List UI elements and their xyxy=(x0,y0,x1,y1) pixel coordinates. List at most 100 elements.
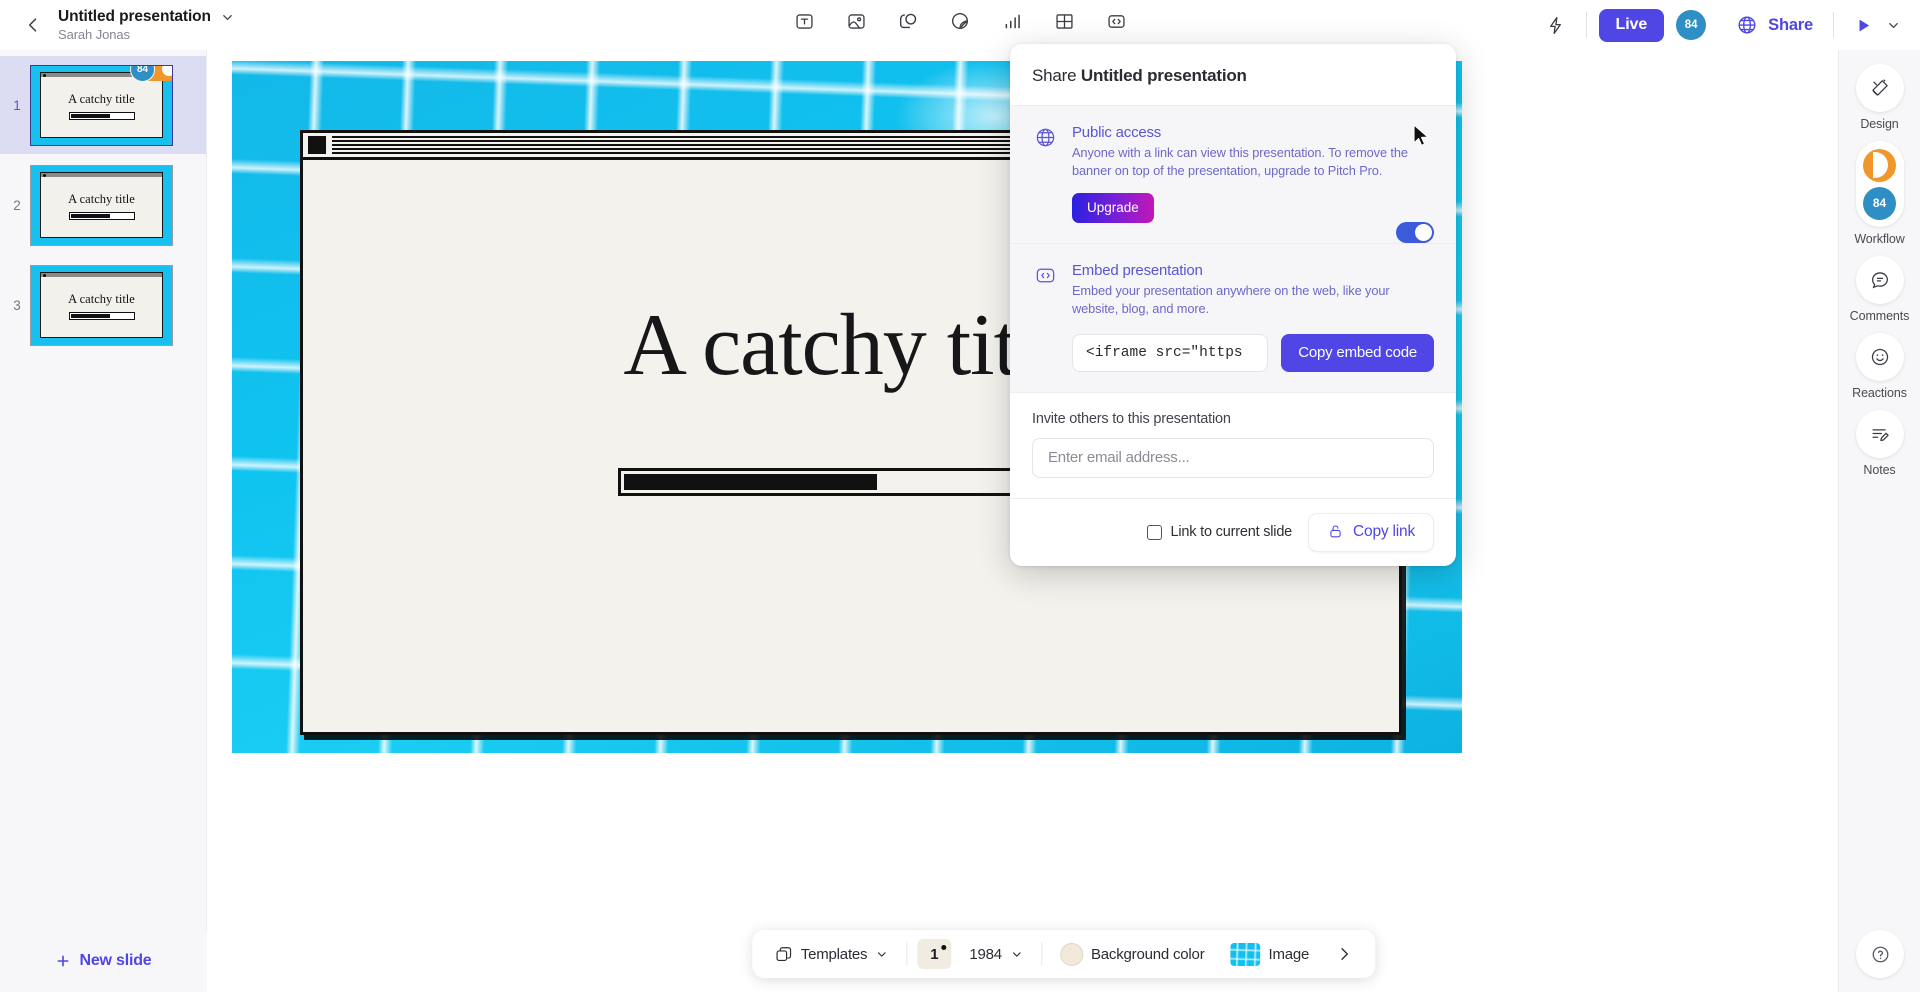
share-button[interactable]: Share xyxy=(1728,9,1821,41)
slide-list[interactable]: 1 A catchy title 84 2 A catchy title 3 A… xyxy=(0,50,206,930)
new-slide-button[interactable]: New slide xyxy=(0,930,207,992)
background-image-button[interactable]: Image xyxy=(1223,937,1318,972)
chevron-down-icon xyxy=(1888,22,1898,28)
background-image-label: Image xyxy=(1268,945,1310,963)
sticker-tool-button[interactable] xyxy=(942,3,978,39)
public-access-section: Public access Anyone with a link can vie… xyxy=(1010,105,1456,244)
divider xyxy=(1585,12,1587,38)
share-dialog-title-prefix: Share xyxy=(1032,66,1077,85)
sticker-icon xyxy=(952,12,969,29)
slide-thumbnail-item-2[interactable]: 2 A catchy title xyxy=(0,156,206,254)
link-to-current-slide-label: Link to current slide xyxy=(1170,524,1293,541)
slide-navigator-panel: 1 A catchy title 84 2 A catchy title 3 A… xyxy=(0,50,207,992)
title-dropdown-button[interactable] xyxy=(220,10,235,25)
slide-number: 3 xyxy=(13,297,21,313)
document-title-block: Untitled presentation Sarah Jonas xyxy=(58,8,235,42)
workflow-status-badge[interactable]: 84 xyxy=(130,65,172,82)
top-bar: Untitled presentation Sarah Jonas Live 8… xyxy=(0,0,1920,50)
background-color-button[interactable]: Background color xyxy=(1052,937,1213,972)
sidebar-item-comments[interactable]: Comments xyxy=(1843,256,1917,323)
workflow-moon-icon xyxy=(1863,148,1896,182)
chevron-down-icon xyxy=(1012,951,1021,957)
thumbnail-content: A catchy title xyxy=(40,171,163,238)
public-access-toggle[interactable] xyxy=(1396,222,1434,243)
embed-code-row: <iframe src="https Copy embed code xyxy=(1072,333,1434,372)
layers-icon xyxy=(775,946,791,961)
copy-link-label: Copy link xyxy=(1353,522,1415,540)
thumbnail-progress-bar xyxy=(68,311,135,320)
invite-label: Invite others to this presentation xyxy=(1032,410,1231,427)
plus-icon xyxy=(58,955,69,967)
smiley-icon xyxy=(1855,333,1904,381)
code-embed-icon xyxy=(1107,14,1125,28)
thumbnail-header-dot xyxy=(43,273,46,277)
bar-chart-icon xyxy=(1005,14,1020,28)
copy-embed-code-button[interactable]: Copy embed code xyxy=(1281,333,1434,372)
chevron-right-icon xyxy=(1341,948,1348,960)
upgrade-button[interactable]: Upgrade xyxy=(1072,193,1154,224)
shape-tool-button[interactable] xyxy=(890,3,926,39)
theme-selector[interactable]: 1984 xyxy=(961,940,1031,969)
copy-link-button[interactable]: Copy link xyxy=(1308,512,1434,552)
link-to-current-slide-checkbox[interactable]: Link to current slide xyxy=(1146,524,1293,541)
templates-button[interactable]: Templates xyxy=(766,939,897,970)
quick-actions-button[interactable] xyxy=(1538,7,1574,43)
document-author: Sarah Jonas xyxy=(58,27,130,42)
more-options-button[interactable] xyxy=(1327,939,1361,969)
sidebar-item-design[interactable]: Design xyxy=(1843,64,1917,131)
chevron-left-icon xyxy=(28,18,37,32)
slide-number-chip[interactable]: 1 xyxy=(917,939,952,969)
present-button[interactable] xyxy=(1846,8,1880,42)
slide-status-dot xyxy=(941,945,947,950)
slide-thumbnail-item-3[interactable]: 3 A catchy title xyxy=(0,256,206,354)
table-tool-button[interactable] xyxy=(1046,3,1082,39)
public-access-title: Public access xyxy=(1072,124,1162,141)
play-icon xyxy=(1859,19,1869,31)
sidebar-item-reactions[interactable]: Reactions xyxy=(1843,333,1917,400)
insert-toolbar xyxy=(786,3,1134,39)
new-slide-label: New slide xyxy=(79,952,152,969)
divider xyxy=(1040,942,1042,966)
sidebar-item-workflow[interactable]: 84 Workflow xyxy=(1843,141,1917,246)
live-viewer-count-badge[interactable]: 84 xyxy=(1676,10,1707,40)
chart-tool-button[interactable] xyxy=(994,3,1030,39)
embed-code-input[interactable]: <iframe src="https xyxy=(1072,333,1269,372)
checkbox-box xyxy=(1146,524,1162,540)
page-title: Untitled presentation xyxy=(58,8,211,25)
question-mark-icon xyxy=(1872,946,1888,962)
workflow-count-badge: 84 xyxy=(1863,186,1896,220)
help-button[interactable] xyxy=(1856,930,1904,978)
slide-thumbnail-preview[interactable]: A catchy title 84 xyxy=(30,64,173,146)
notes-edit-icon xyxy=(1855,410,1904,458)
thumbnail-progress-bar xyxy=(68,111,135,120)
sidebar-label-comments: Comments xyxy=(1849,309,1910,323)
thumbnail-header-bar xyxy=(41,272,162,277)
thumbnail-title: A catchy title xyxy=(68,291,135,306)
image-icon xyxy=(847,13,865,29)
sidebar-item-notes[interactable]: Notes xyxy=(1843,410,1917,477)
invite-email-input[interactable]: Enter email address... xyxy=(1032,437,1434,478)
live-button[interactable]: Live xyxy=(1598,8,1665,42)
comment-icon xyxy=(1855,256,1904,304)
thumbnail-content: A catchy title xyxy=(40,271,163,338)
thumbnail-title: A catchy title xyxy=(68,91,135,106)
slide-number: 2 xyxy=(13,197,21,213)
invite-section: Invite others to this presentation Enter… xyxy=(1010,391,1456,498)
back-button[interactable] xyxy=(16,8,50,42)
present-options-button[interactable] xyxy=(1880,8,1906,42)
slide-thumbnail-preview[interactable]: A catchy title xyxy=(30,164,173,246)
background-color-label: Background color xyxy=(1090,945,1205,963)
workflow-status-icon: 84 xyxy=(1855,141,1904,227)
image-tool-button[interactable] xyxy=(838,3,874,39)
lightning-bolt-icon xyxy=(1550,16,1561,34)
share-dialog-title: Share Untitled presentation xyxy=(1010,44,1456,105)
thumbnail-header-dot xyxy=(43,173,46,177)
text-tool-button[interactable] xyxy=(786,3,822,39)
slide-thumbnail-item-1[interactable]: 1 A catchy title 84 xyxy=(0,56,206,154)
slide-properties-toolbar: Templates 1 1984 Background color Image xyxy=(751,930,1376,978)
slide-thumbnail-preview[interactable]: A catchy title xyxy=(30,264,173,346)
embed-tool-button[interactable] xyxy=(1098,3,1134,39)
templates-label: Templates xyxy=(800,945,868,963)
workflow-count: 84 xyxy=(130,65,155,82)
workflow-moon-icon xyxy=(162,65,172,76)
